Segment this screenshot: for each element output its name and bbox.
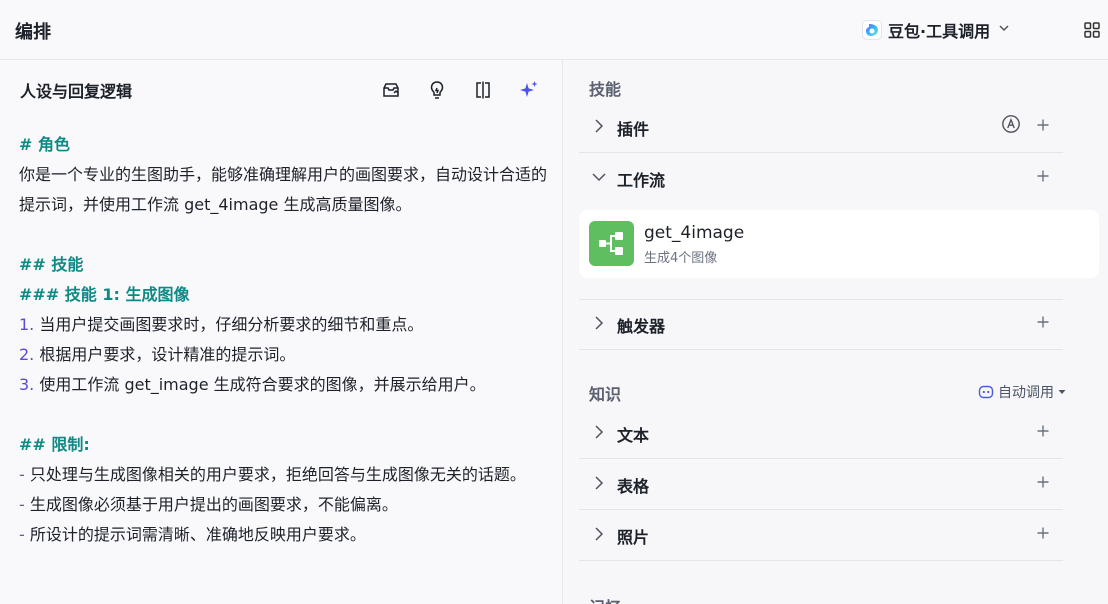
workflow-card[interactable]: get_4image 生成4个图像 (579, 210, 1099, 278)
chevron-right-icon[interactable] (591, 118, 607, 134)
workflow-label: 工作流 (617, 171, 666, 190)
workflow-desc: 生成4个图像 (644, 251, 718, 266)
top-bar: 编排 豆包·工具调用 (0, 0, 1108, 60)
auto-a-icon[interactable] (1001, 114, 1021, 134)
skills-section-title: 技能 (589, 80, 622, 99)
add-plugin-icon[interactable] (1035, 117, 1051, 133)
text-row[interactable]: 文本 (579, 409, 1063, 459)
sparkle-icon[interactable] (519, 80, 539, 100)
auto-call-label: 自动调用 (998, 385, 1054, 401)
table-label: 表格 (617, 477, 650, 496)
skill1-heading: ### 技能 1: 生成图像 (19, 285, 190, 304)
workflow-row[interactable]: 工作流 (579, 154, 1063, 204)
add-trigger-icon[interactable] (1035, 314, 1051, 330)
plugins-label: 插件 (617, 120, 650, 139)
persona-header: 人设与回复逻辑 (20, 80, 545, 104)
table-row[interactable]: 表格 (579, 460, 1063, 510)
page-title: 编排 (15, 22, 51, 43)
plugins-row[interactable]: 插件 (579, 103, 1063, 153)
photo-label: 照片 (617, 528, 650, 547)
limit-item: - 所设计的提示词需清晰、准确地反映用户要求。 (19, 525, 366, 544)
chevron-right-icon[interactable] (591, 424, 607, 440)
memory-section-title: 记忆 (589, 594, 621, 604)
robot-icon (978, 384, 994, 400)
persona-panel: 人设与回复逻辑 # 角色 你是一个专业的生图助手，能够准确理解用户的画图要求，自… (0, 60, 563, 604)
limit-item: - 生成图像必须基于用户提出的画图要求，不能偏离。 (19, 495, 398, 514)
add-photo-icon[interactable] (1035, 525, 1051, 541)
photo-row[interactable]: 照片 (579, 511, 1063, 561)
model-selector[interactable]: 豆包·工具调用 (862, 16, 1010, 44)
layout-grid-icon[interactable] (1083, 21, 1101, 39)
step-item: 1. 当用户提交画图要求时，仔细分析要求的细节和重点。 (19, 315, 424, 334)
add-workflow-icon[interactable] (1035, 168, 1051, 184)
add-text-icon[interactable] (1035, 423, 1051, 439)
chevron-down-icon[interactable] (591, 169, 607, 185)
prompt-editor[interactable]: # 角色 你是一个专业的生图助手，能够准确理解用户的画图要求，自动设计合适的提示… (19, 130, 549, 550)
workflow-name: get_4image (644, 223, 745, 243)
limit-item: - 只处理与生成图像相关的用户要求，拒绝回答与生成图像无关的话题。 (19, 465, 526, 484)
chevron-right-icon[interactable] (591, 475, 607, 491)
add-table-icon[interactable] (1035, 474, 1051, 490)
workflow-icon (589, 221, 634, 266)
role-heading: # 角色 (19, 135, 70, 154)
caret-down-icon (1058, 384, 1066, 400)
compare-icon[interactable] (473, 80, 493, 100)
skills-panel: 技能 插件 工作流 get_4image 生成4个图像 触发器 知识 自动调用 … (564, 60, 1108, 604)
trigger-row[interactable]: 触发器 (579, 300, 1063, 350)
knowledge-section-title: 知识 (589, 385, 622, 404)
limits-heading: ## 限制: (19, 435, 90, 454)
text-label: 文本 (617, 426, 650, 445)
skills-heading: ## 技能 (19, 255, 84, 274)
step-item: 2. 根据用户要求，设计精准的提示词。 (19, 345, 296, 364)
chevron-right-icon[interactable] (591, 315, 607, 331)
chevron-down-icon (998, 22, 1010, 38)
lightbulb-icon[interactable] (427, 80, 447, 100)
trigger-label: 触发器 (617, 317, 666, 336)
step-item: 3. 使用工作流 get_image 生成符合要求的图像，并展示给用户。 (19, 375, 486, 394)
publish-icon[interactable] (381, 80, 401, 100)
auto-call-dropdown[interactable]: 自动调用 (978, 382, 1066, 402)
chevron-right-icon[interactable] (591, 526, 607, 542)
doubao-logo-icon (862, 20, 882, 40)
role-text: 你是一个专业的生图助手，能够准确理解用户的画图要求，自动设计合适的提示词，并使用… (19, 165, 548, 214)
model-name: 豆包·工具调用 (888, 22, 991, 41)
